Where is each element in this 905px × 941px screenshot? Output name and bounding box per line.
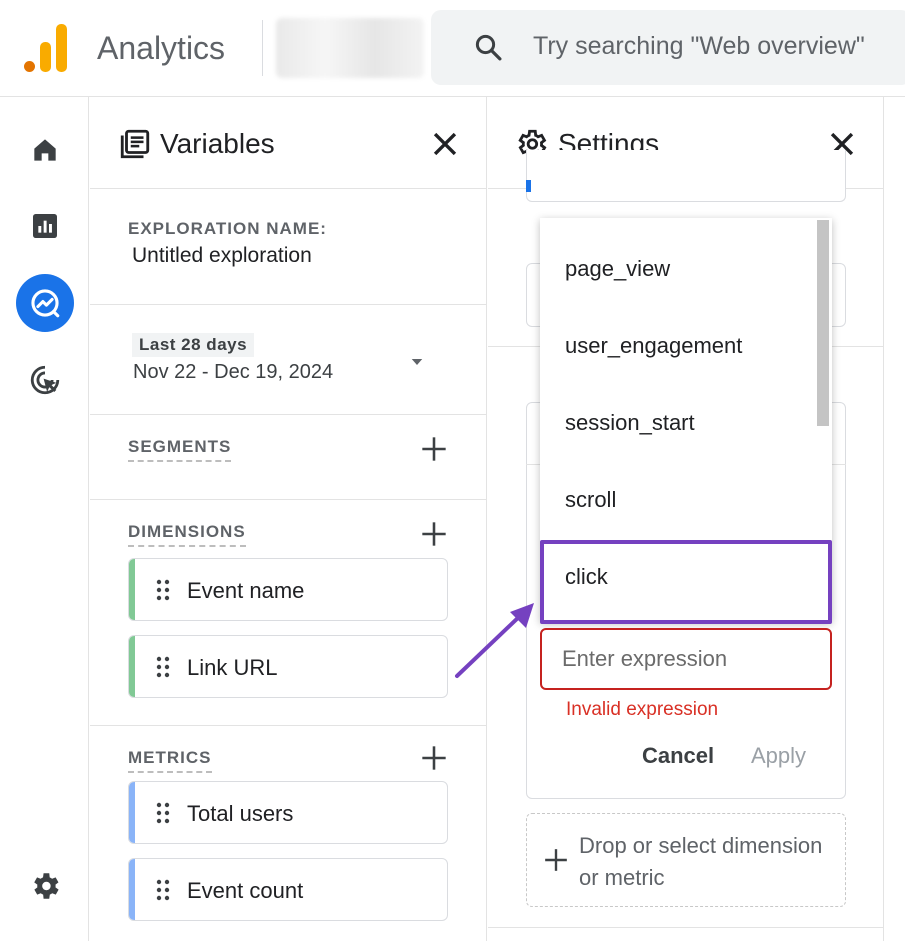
error-message: Invalid expression [566,699,719,720]
cancel-button[interactable]: Cancel [642,743,714,769]
account-selector[interactable] [276,18,424,78]
metric-chip[interactable]: Event count [128,858,448,921]
drag-handle-icon[interactable] [155,578,171,602]
segments-section: SEGMENTS [90,415,486,500]
search-placeholder[interactable]: Try searching "Web overview" [533,32,865,61]
advertising-icon[interactable] [16,351,74,409]
variables-title: Variables [160,128,275,159]
top-bar: Analytics Try searching "Web overview" [0,0,905,97]
reports-icon[interactable] [16,197,74,255]
metric-label: Total users [187,801,294,826]
dropdown-arrow-icon[interactable] [408,353,426,371]
analytics-logo-icon[interactable] [24,24,68,72]
metrics-section: METRICS Total users Event count [90,726,486,941]
annotation-arrow-icon [455,603,534,678]
dropdown-scrollbar[interactable] [817,220,829,426]
drag-handle-icon[interactable] [155,801,171,825]
plus-icon[interactable] [420,520,448,548]
dropdown-option[interactable]: session_start [565,409,695,436]
drag-handle-icon[interactable] [155,655,171,679]
metric-chip[interactable]: Total users [128,781,448,844]
search-bar[interactable]: Try searching "Web overview" [431,10,905,85]
apply-button[interactable]: Apply [751,743,806,769]
variables-header: Variables [90,97,486,189]
plus-icon[interactable] [420,744,448,772]
date-range-value: Nov 22 - Dec 19, 2024 [133,361,334,383]
home-icon[interactable] [16,121,74,179]
drag-handle-icon[interactable] [155,878,171,902]
metrics-label: METRICS [128,748,212,773]
segments-label: SEGMENTS [128,437,232,462]
close-icon[interactable] [428,127,462,161]
app-title: Analytics [97,30,226,66]
exploration-name-section: EXPLORATION NAME: Untitled exploration [90,189,486,305]
highlight-box [540,540,832,624]
drop-zone-text: Drop or select dimension or metric [579,833,823,890]
dimension-chip[interactable]: Event name [128,558,448,621]
dimension-label: Event name [187,578,305,603]
search-icon [475,34,502,61]
dimensions-section: DIMENSIONS Event name Link URL [90,500,486,726]
left-nav [0,97,89,941]
divider [488,927,884,928]
expression-field[interactable] [540,628,832,690]
variables-icon [120,129,150,159]
dimensions-label: DIMENSIONS [128,522,246,547]
dropdown-option[interactable]: page_view [565,255,670,282]
date-range-badge: Last 28 days [132,333,255,357]
date-range-section[interactable]: Last 28 days Nov 22 - Dec 19, 2024 [90,305,486,415]
divider [262,20,263,76]
exploration-name-value[interactable]: Untitled exploration [132,244,312,268]
dropdown-option[interactable]: scroll [565,486,616,513]
metric-label: Event count [187,878,304,903]
background-marker [526,180,531,192]
drop-zone[interactable]: Drop or select dimension or metric [526,813,846,907]
plus-icon [545,849,567,871]
background-field [526,150,846,202]
variables-panel: Variables EXPLORATION NAME: Untitled exp… [90,97,487,941]
plus-icon[interactable] [420,435,448,463]
exploration-name-label: EXPLORATION NAME: [128,219,327,238]
dimension-chip[interactable]: Link URL [128,635,448,698]
admin-gear-icon[interactable] [16,857,74,915]
dropdown-option[interactable]: user_engagement [565,332,742,359]
dimension-label: Link URL [187,655,278,680]
explore-icon[interactable] [16,274,74,332]
expression-input[interactable] [562,644,822,674]
